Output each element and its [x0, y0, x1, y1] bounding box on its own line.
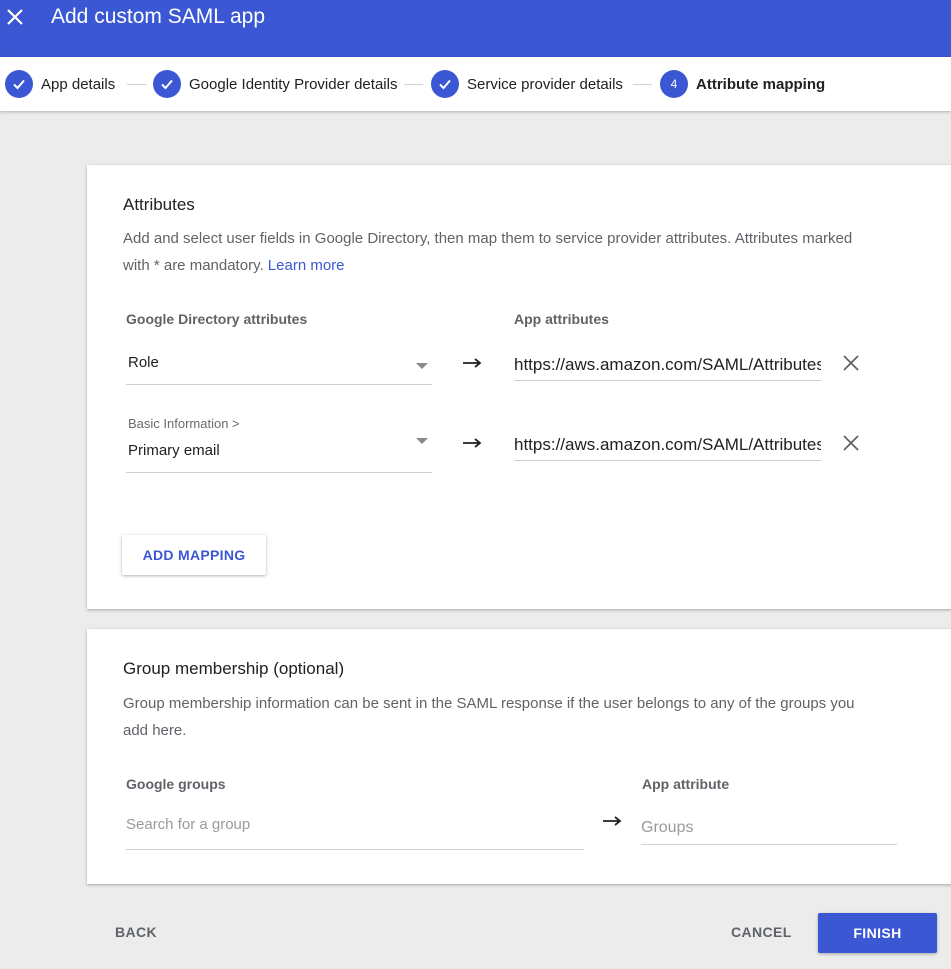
page-title: Add custom SAML app [51, 5, 265, 28]
group-membership-title: Group membership (optional) [123, 659, 345, 678]
back-button[interactable]: BACK [115, 924, 157, 940]
arrow-right-icon [463, 438, 482, 448]
step-idp-details[interactable]: Google Identity Provider details [153, 70, 397, 98]
remove-mapping-icon[interactable] [843, 355, 859, 371]
step-label: App details [41, 75, 116, 93]
directory-attribute-select[interactable]: Role [126, 343, 432, 385]
check-icon [153, 70, 181, 98]
app-attribute-input[interactable]: https://aws.amazon.com/SAML/Attributes/R… [514, 435, 821, 461]
attributes-description: Add and select user fields in Google Dir… [123, 225, 883, 279]
step-attribute-mapping[interactable]: 4 Attribute mapping [660, 70, 825, 98]
dropdown-caret-icon [416, 438, 428, 444]
app-attribute-input[interactable]: https://aws.amazon.com/SAML/Attributes/R… [514, 355, 821, 381]
directory-attribute-select[interactable]: Basic Information > Primary email [126, 411, 432, 473]
directory-attribute-value: Role [128, 354, 159, 371]
close-icon[interactable] [6, 8, 24, 26]
add-mapping-button[interactable]: ADD MAPPING [122, 535, 266, 575]
step-label: Attribute mapping [696, 75, 826, 93]
step-number: 4 [660, 70, 688, 98]
google-groups-header: Google groups [126, 776, 226, 792]
cancel-button[interactable]: CANCEL [731, 924, 792, 940]
check-icon [431, 70, 459, 98]
check-icon [5, 70, 33, 98]
step-sp-details[interactable]: Service provider details [431, 70, 623, 98]
app-attribute-header: App attribute [642, 776, 730, 792]
learn-more-link[interactable]: Learn more [268, 257, 345, 274]
step-label: Service provider details [467, 75, 623, 93]
group-membership-card: Group membership (optional) Group member… [87, 629, 951, 884]
step-connector [404, 84, 423, 85]
step-connector [127, 84, 146, 85]
step-connector [633, 84, 652, 85]
attributes-description-text: Add and select user fields in Google Dir… [123, 230, 853, 274]
dropdown-caret-icon [416, 363, 428, 369]
attributes-card: Attributes Add and select user fields in… [87, 165, 951, 609]
directory-attributes-header: Google Directory attributes [126, 311, 308, 327]
directory-attribute-category: Basic Information > [128, 416, 240, 431]
attributes-title: Attributes [123, 195, 195, 214]
directory-attribute-value: Primary email [128, 442, 220, 459]
groups-app-attribute-input[interactable]: Groups [641, 819, 897, 845]
app-attributes-header: App attributes [514, 311, 609, 327]
finish-button[interactable]: FINISH [818, 913, 937, 953]
step-label: Google Identity Provider details [189, 75, 397, 93]
group-search-input[interactable]: Search for a group [126, 814, 584, 850]
step-app-details[interactable]: App details [5, 70, 115, 98]
remove-mapping-icon[interactable] [843, 435, 859, 451]
arrow-right-icon [463, 358, 482, 368]
group-membership-description: Group membership information can be sent… [123, 695, 855, 739]
top-bar: Add custom SAML app [0, 0, 951, 57]
stepper: App details Google Identity Provider det… [0, 57, 951, 111]
arrow-right-icon [603, 816, 622, 826]
